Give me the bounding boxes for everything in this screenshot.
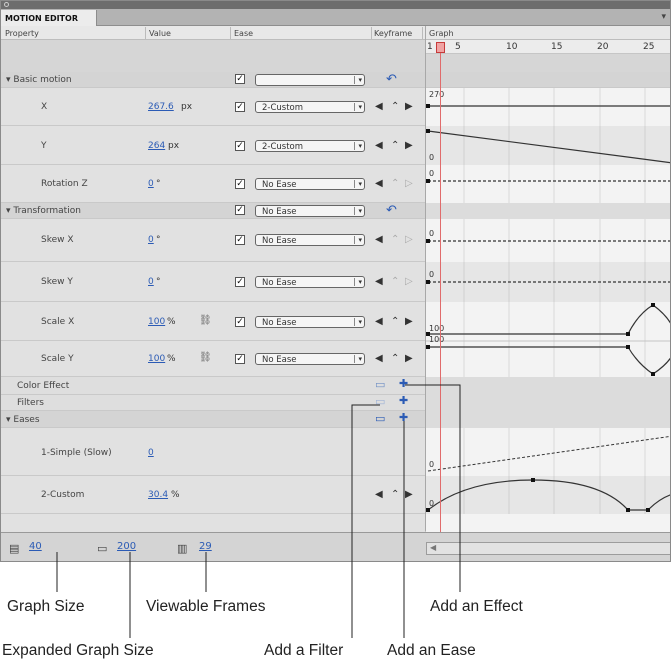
callout-lines xyxy=(56,384,461,638)
callout-add-a-filter: Add a Filter xyxy=(264,642,344,659)
callout-graph-size: Graph Size xyxy=(7,598,85,615)
callout-viewable-frames: Viewable Frames xyxy=(146,598,266,615)
callout-add-an-ease: Add an Ease xyxy=(387,642,476,659)
callout-expanded-graph-size: Expanded Graph Size xyxy=(2,642,154,659)
callout-add-an-effect: Add an Effect xyxy=(430,598,523,615)
